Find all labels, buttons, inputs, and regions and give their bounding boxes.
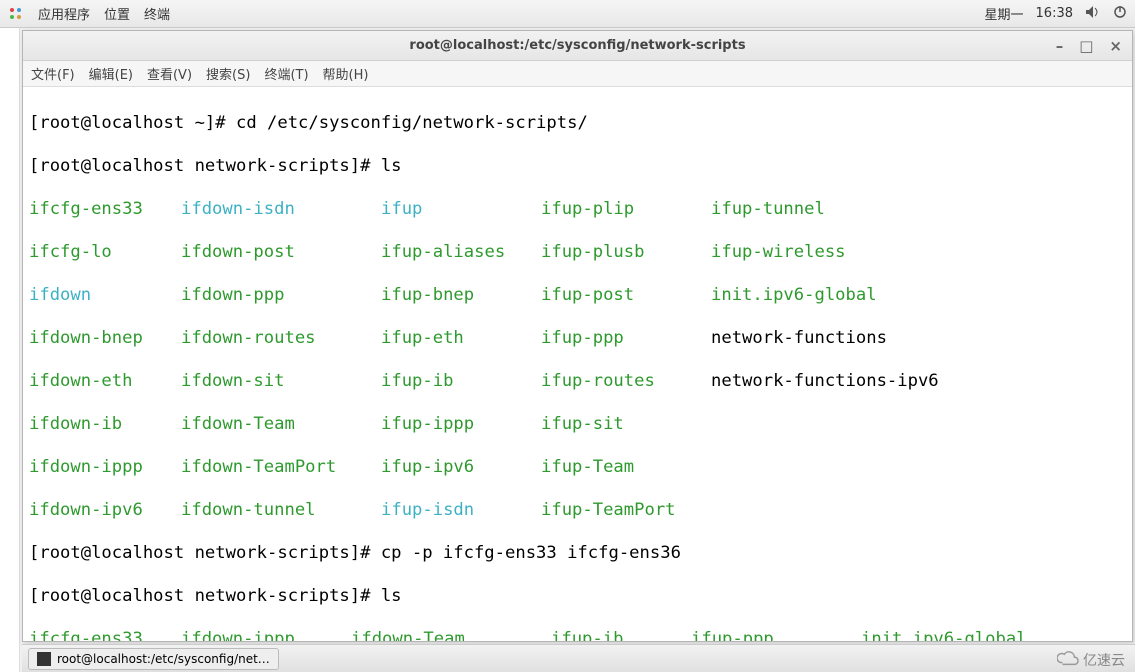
file: ifdown-tunnel xyxy=(181,500,381,522)
file: ifup-ib xyxy=(381,371,541,393)
file: ifcfg-ens33 xyxy=(29,199,181,221)
menu-file[interactable]: 文件(F) xyxy=(31,64,75,83)
watermark-text: 亿速云 xyxy=(1083,650,1125,670)
file: ifcfg-lo xyxy=(29,242,181,264)
places-menu[interactable]: 位置 xyxy=(104,4,130,23)
file: ifdown-ipv6 xyxy=(29,500,181,522)
file: ifdown-ippp xyxy=(29,457,181,479)
file: ifdown-ib xyxy=(29,414,181,436)
menu-help[interactable]: 帮助(H) xyxy=(323,64,369,83)
prompt: [root@localhost network-scripts]# xyxy=(29,156,381,178)
maximize-button[interactable]: □ xyxy=(1075,37,1097,55)
cmd: ls xyxy=(381,156,402,178)
window-title: root@localhost:/etc/sysconfig/network-sc… xyxy=(409,38,745,53)
file: ifdown-ippp xyxy=(181,629,351,642)
prompt: [root@localhost network-scripts]# xyxy=(29,543,381,565)
minimize-button[interactable]: – xyxy=(1052,37,1068,55)
file: ifdown-Team xyxy=(181,414,381,436)
terminal-window: root@localhost:/etc/sysconfig/network-sc… xyxy=(22,30,1133,642)
volume-icon[interactable] xyxy=(1085,5,1101,23)
file: ifdown-TeamPort xyxy=(181,457,381,479)
file: init.ipv6-global xyxy=(711,285,877,307)
file: ifup-isdn xyxy=(381,500,541,522)
clock-time: 16:38 xyxy=(1036,6,1073,21)
file: ifdown-post xyxy=(181,242,381,264)
file: ifdown-sit xyxy=(181,371,381,393)
file: ifdown-Team xyxy=(351,629,551,642)
file: ifup-eth xyxy=(381,328,541,350)
file: ifdown xyxy=(29,285,181,307)
file: ifdown-ppp xyxy=(181,285,381,307)
file: ifup-post xyxy=(541,285,711,307)
file: ifcfg-ens33 xyxy=(29,629,181,642)
file: ifup-ppp xyxy=(541,328,711,350)
file: ifup-wireless xyxy=(711,242,846,264)
file: ifup-ipv6 xyxy=(381,457,541,479)
terminal-menu[interactable]: 终端 xyxy=(144,4,170,23)
power-icon[interactable] xyxy=(1113,5,1127,23)
file: ifup-sit xyxy=(541,414,711,436)
cmd: cd /etc/sysconfig/network-scripts/ xyxy=(236,113,588,135)
window-titlebar[interactable]: root@localhost:/etc/sysconfig/network-sc… xyxy=(23,31,1132,61)
close-button[interactable]: × xyxy=(1105,37,1126,55)
file: ifup xyxy=(381,199,541,221)
desktop-topbar: 应用程序 位置 终端 星期一 16:38 xyxy=(0,0,1135,28)
file: ifup-bnep xyxy=(381,285,541,307)
prompt: [root@localhost network-scripts]# xyxy=(29,586,381,608)
file: ifdown-bnep xyxy=(29,328,181,350)
file: ifup-aliases xyxy=(381,242,541,264)
file: ifup-TeamPort xyxy=(541,500,711,522)
file: ifup-routes xyxy=(541,371,711,393)
file: ifdown-routes xyxy=(181,328,381,350)
file: ifup-tunnel xyxy=(711,199,825,221)
menu-view[interactable]: 查看(V) xyxy=(147,64,192,83)
file: ifdown-eth xyxy=(29,371,181,393)
taskbar: root@localhost:/etc/sysconfig/net… xyxy=(22,644,1135,672)
watermark: 亿速云 xyxy=(1057,650,1125,670)
file: init.ipv6-global xyxy=(861,629,1027,642)
file: ifup-plip xyxy=(541,199,711,221)
menu-edit[interactable]: 编辑(E) xyxy=(89,64,133,83)
prompt: [root@localhost ~]# xyxy=(29,113,236,135)
taskbar-label: root@localhost:/etc/sysconfig/net… xyxy=(57,652,270,666)
apps-menu[interactable]: 应用程序 xyxy=(38,4,90,23)
file: ifdown-isdn xyxy=(181,199,381,221)
apps-menu-icon[interactable] xyxy=(8,6,24,22)
terminal-output[interactable]: [root@localhost ~]# cd /etc/sysconfig/ne… xyxy=(23,87,1132,641)
file: network-functions xyxy=(711,328,887,350)
file: network-functions-ipv6 xyxy=(711,371,939,393)
terminal-icon xyxy=(37,652,51,666)
menu-search[interactable]: 搜索(S) xyxy=(206,64,250,83)
left-gutter xyxy=(0,28,20,672)
cmd: ls xyxy=(381,586,402,608)
cmd: cp -p ifcfg-ens33 ifcfg-ens36 xyxy=(381,543,681,565)
taskbar-terminal-button[interactable]: root@localhost:/etc/sysconfig/net… xyxy=(28,648,279,670)
file: ifup-ppp xyxy=(691,629,861,642)
file: ifup-Team xyxy=(541,457,711,479)
file: ifup-ib xyxy=(551,629,691,642)
terminal-menubar: 文件(F) 编辑(E) 查看(V) 搜索(S) 终端(T) 帮助(H) xyxy=(23,61,1132,87)
file: ifup-ippp xyxy=(381,414,541,436)
cloud-icon xyxy=(1057,650,1079,670)
clock-day: 星期一 xyxy=(985,4,1024,23)
menu-terminal[interactable]: 终端(T) xyxy=(264,64,308,83)
file: ifup-plusb xyxy=(541,242,711,264)
